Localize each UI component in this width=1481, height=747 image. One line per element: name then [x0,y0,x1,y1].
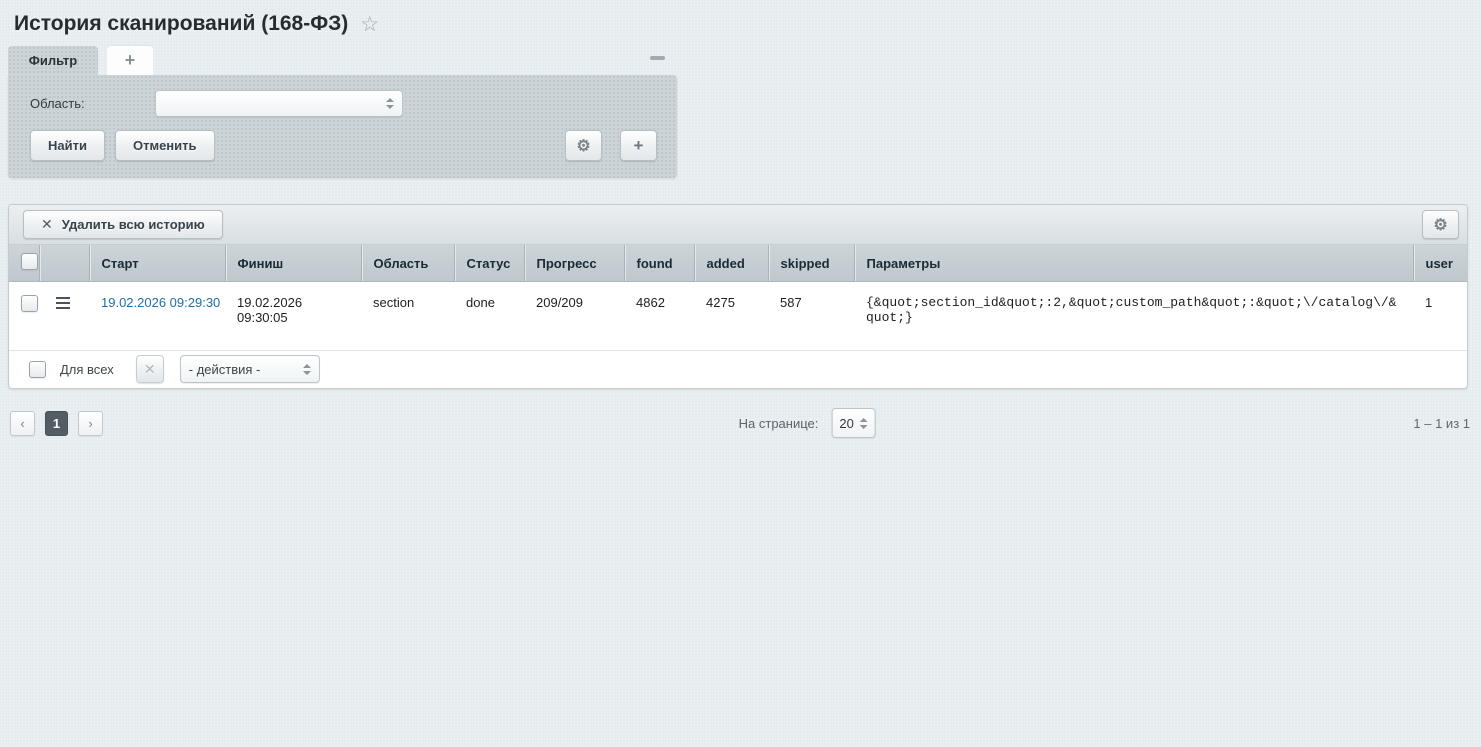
stepper-icon [303,364,311,375]
next-page-button[interactable]: › [78,411,103,436]
column-params[interactable]: Параметры [854,245,1413,282]
filter-tabs: Фильтр + [8,46,677,75]
admin-page: История сканирований (168-ФЗ) ☆ Фильтр +… [0,0,1481,436]
page-header: История сканирований (168-ФЗ) ☆ [14,12,1468,36]
column-found[interactable]: found [624,245,694,282]
area-field-label: Область: [22,96,155,111]
column-user[interactable]: user [1413,245,1467,282]
select-all-checkbox[interactable] [21,253,38,270]
chevron-right-icon: › [88,416,92,431]
cell-progress: 209/209 [524,282,624,350]
cell-added: 4275 [694,282,768,350]
cell-found: 4862 [624,282,694,350]
grid-header-row: Старт Финиш Область Статус Прогресс foun… [9,245,1467,282]
filter-add-button[interactable]: + [620,130,657,161]
grid-table: Старт Финиш Область Статус Прогресс foun… [9,245,1467,350]
actions-select-value: - действия - [189,362,261,377]
grid-footer: Для всех ✕ - действия - [9,350,1467,388]
page-size-value: 20 [839,416,853,431]
page-title: История сканирований (168-ФЗ) [14,12,348,36]
cell-skipped: 587 [768,282,854,350]
close-icon: ✕ [144,361,156,378]
stepper-icon [859,418,867,429]
minimize-filter-icon[interactable] [650,56,665,60]
area-select[interactable] [155,90,403,117]
add-filter-tab[interactable]: + [107,46,153,75]
row-checkbox-cell [9,282,39,350]
record-counter: 1 – 1 из 1 [1413,416,1470,431]
cell-finish: 19.02.2026 09:30:05 [225,282,361,350]
delete-all-history-label: Удалить всю историю [62,217,205,232]
favorite-star-icon[interactable]: ☆ [360,14,379,35]
column-skipped[interactable]: skipped [768,245,854,282]
page-size-select[interactable]: 20 [831,408,875,438]
row-checkbox[interactable] [21,295,38,312]
filter-settings-button[interactable]: ⚙ [565,130,602,161]
close-icon: ✕ [41,216,53,233]
cell-start: 19.02.2026 09:29:30 [89,282,225,350]
chevron-left-icon: ‹ [20,416,24,431]
for-all-label: Для всех [60,362,114,377]
for-all-checkbox[interactable] [29,361,46,378]
plus-icon: + [634,136,644,156]
gear-icon: ⚙ [576,136,590,156]
cell-params: {&quot;section_id&quot;:2,&quot;custom_p… [854,282,1413,350]
column-progress[interactable]: Прогресс [524,245,624,282]
row-menu-icon[interactable] [56,297,70,309]
filter-buttons: Найти Отменить ⚙ + [30,130,657,161]
column-status[interactable]: Статус [454,245,524,282]
actions-column-header [39,245,89,282]
filter-field-area: Область: [22,89,657,117]
grid-settings-button[interactable]: ⚙ [1422,210,1459,239]
page-size-control: На странице: 20 [739,408,876,438]
column-start[interactable]: Старт [89,245,225,282]
cell-status: done [454,282,524,350]
page-buttons: ‹ 1 › [10,411,103,436]
stepper-icon [386,98,394,109]
column-area[interactable]: Область [361,245,454,282]
page-size-label: На странице: [739,416,819,431]
select-all-header [9,245,39,282]
table-row: 19.02.2026 09:29:30 19.02.2026 09:30:05 … [9,282,1467,350]
scan-history-grid: ✕ Удалить всю историю ⚙ Старт Финиш Обла… [8,204,1468,389]
apply-action-button[interactable]: ✕ [136,355,164,383]
column-finish[interactable]: Финиш [225,245,361,282]
grid-toolbar: ✕ Удалить всю историю ⚙ [9,205,1467,245]
find-button[interactable]: Найти [30,130,105,161]
column-added[interactable]: added [694,245,768,282]
cancel-button[interactable]: Отменить [115,130,215,161]
cell-user: 1 [1413,282,1467,350]
plus-icon: + [125,50,136,71]
filter-block: Фильтр + Область: Найти Отменить ⚙ + [8,46,677,178]
gear-icon: ⚙ [1433,215,1447,235]
current-page-button[interactable]: 1 [45,411,68,436]
filter-panel: Область: Найти Отменить ⚙ + [8,75,677,178]
pagination: ‹ 1 › На странице: 20 1 – 1 из 1 [10,411,1470,436]
tab-filter[interactable]: Фильтр [8,46,98,75]
cell-area: section [361,282,454,350]
start-date-link[interactable]: 19.02.2026 09:29:30 [101,295,220,310]
actions-select[interactable]: - действия - [180,355,320,383]
prev-page-button[interactable]: ‹ [10,411,35,436]
delete-all-history-button[interactable]: ✕ Удалить всю историю [23,210,223,239]
row-menu-cell [39,282,89,350]
